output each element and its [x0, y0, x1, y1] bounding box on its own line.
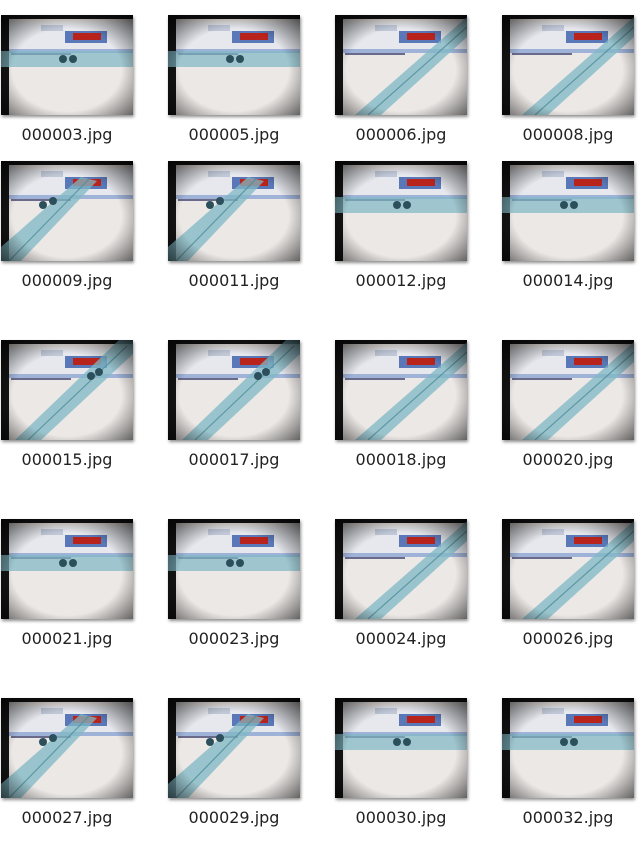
file-tile[interactable]: 000014.jpg: [501, 161, 643, 311]
image-thumbnail[interactable]: [1, 340, 133, 440]
file-tile[interactable]: 000006.jpg: [334, 15, 494, 165]
image-thumbnail[interactable]: [1, 15, 133, 115]
file-tile[interactable]: 000003.jpg: [0, 15, 160, 165]
photo-preview: [1, 698, 133, 798]
photo-preview: [502, 15, 634, 115]
file-name-label[interactable]: 000006.jpg: [334, 125, 468, 144]
file-tile[interactable]: 000009.jpg: [0, 161, 160, 311]
file-name-label[interactable]: 000008.jpg: [501, 125, 635, 144]
file-name-label[interactable]: 000030.jpg: [334, 808, 468, 827]
image-thumbnail[interactable]: [1, 161, 133, 261]
image-thumbnail[interactable]: [168, 161, 300, 261]
image-thumbnail[interactable]: [335, 161, 467, 261]
file-tile[interactable]: 000018.jpg: [334, 340, 494, 490]
file-name-label[interactable]: 000018.jpg: [334, 450, 468, 469]
photo-preview: [168, 15, 300, 115]
file-name-label[interactable]: 000014.jpg: [501, 271, 635, 290]
image-thumbnail[interactable]: [1, 519, 133, 619]
file-name-label[interactable]: 000026.jpg: [501, 629, 635, 648]
file-tile[interactable]: 000015.jpg: [0, 340, 160, 490]
file-tile[interactable]: 000017.jpg: [167, 340, 327, 490]
file-name-label[interactable]: 000015.jpg: [0, 450, 134, 469]
photo-preview: [335, 519, 467, 619]
image-thumbnail[interactable]: [335, 15, 467, 115]
image-thumbnail[interactable]: [168, 698, 300, 798]
image-thumbnail[interactable]: [502, 519, 634, 619]
file-name-label[interactable]: 000032.jpg: [501, 808, 635, 827]
photo-preview: [502, 161, 634, 261]
file-name-label[interactable]: 000024.jpg: [334, 629, 468, 648]
file-name-label[interactable]: 000023.jpg: [167, 629, 301, 648]
photo-preview: [335, 698, 467, 798]
file-tile[interactable]: 000030.jpg: [334, 698, 494, 848]
photo-preview: [335, 15, 467, 115]
image-thumbnail[interactable]: [335, 519, 467, 619]
file-tile[interactable]: 000032.jpg: [501, 698, 643, 848]
image-thumbnail[interactable]: [168, 15, 300, 115]
file-tile[interactable]: 000023.jpg: [167, 519, 327, 669]
photo-preview: [1, 340, 133, 440]
file-tile[interactable]: 000011.jpg: [167, 161, 327, 311]
image-thumbnail[interactable]: [1, 698, 133, 798]
file-tile[interactable]: 000012.jpg: [334, 161, 494, 311]
file-tile[interactable]: 000024.jpg: [334, 519, 494, 669]
file-tile[interactable]: 000029.jpg: [167, 698, 327, 848]
photo-preview: [1, 161, 133, 261]
photo-preview: [335, 340, 467, 440]
photo-preview: [1, 15, 133, 115]
image-thumbnail[interactable]: [502, 340, 634, 440]
file-tile[interactable]: 000005.jpg: [167, 15, 327, 165]
photo-preview: [168, 519, 300, 619]
photo-preview: [502, 340, 634, 440]
image-thumbnail[interactable]: [168, 519, 300, 619]
image-thumbnail[interactable]: [335, 340, 467, 440]
photo-preview: [168, 161, 300, 261]
file-tile[interactable]: 000026.jpg: [501, 519, 643, 669]
file-name-label[interactable]: 000009.jpg: [0, 271, 134, 290]
photo-preview: [168, 340, 300, 440]
file-tile[interactable]: 000021.jpg: [0, 519, 160, 669]
image-thumbnail[interactable]: [502, 161, 634, 261]
photo-preview: [1, 519, 133, 619]
file-tile[interactable]: 000027.jpg: [0, 698, 160, 848]
image-thumbnail[interactable]: [335, 698, 467, 798]
photo-preview: [502, 519, 634, 619]
file-tile[interactable]: 000020.jpg: [501, 340, 643, 490]
file-name-label[interactable]: 000012.jpg: [334, 271, 468, 290]
file-thumbnail-grid: 000003.jpg 000005.jpg 000006.jpg 000008.jpg…: [0, 0, 643, 835]
image-thumbnail[interactable]: [502, 15, 634, 115]
image-thumbnail[interactable]: [502, 698, 634, 798]
file-name-label[interactable]: 000021.jpg: [0, 629, 134, 648]
photo-preview: [335, 161, 467, 261]
photo-preview: [168, 698, 300, 798]
image-thumbnail[interactable]: [168, 340, 300, 440]
photo-preview: [502, 698, 634, 798]
file-tile[interactable]: 000008.jpg: [501, 15, 643, 165]
file-name-label[interactable]: 000003.jpg: [0, 125, 134, 144]
file-name-label[interactable]: 000011.jpg: [167, 271, 301, 290]
file-name-label[interactable]: 000017.jpg: [167, 450, 301, 469]
file-name-label[interactable]: 000005.jpg: [167, 125, 301, 144]
file-name-label[interactable]: 000027.jpg: [0, 808, 134, 827]
file-name-label[interactable]: 000029.jpg: [167, 808, 301, 827]
file-name-label[interactable]: 000020.jpg: [501, 450, 635, 469]
